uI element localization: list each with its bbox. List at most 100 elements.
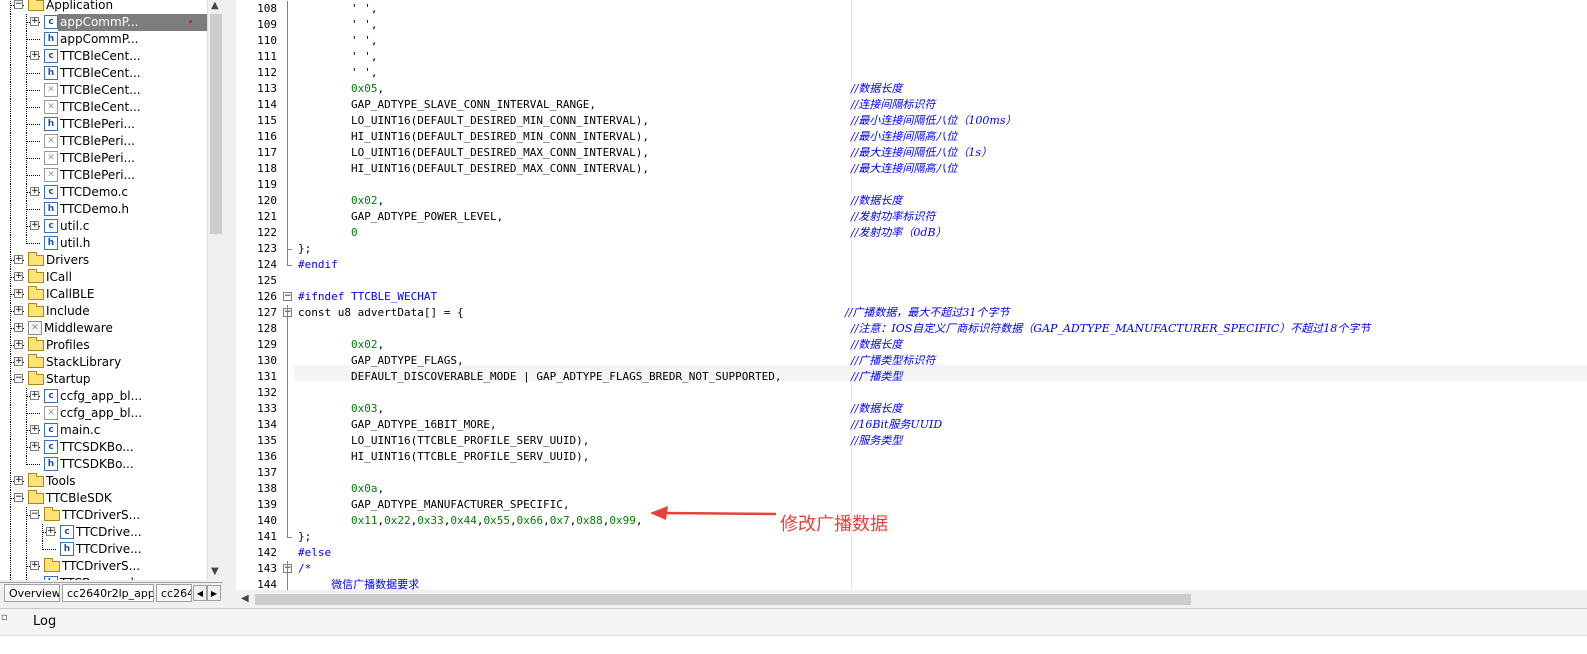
tree-item[interactable]: hTTCBeacon.h — [0, 575, 207, 580]
collapse-icon[interactable]: − — [14, 374, 23, 383]
code-line[interactable]: #else — [298, 545, 331, 561]
expand-icon[interactable]: + — [14, 357, 23, 366]
tree-item[interactable]: ✕ TTCBlePeri... — [0, 133, 207, 150]
expand-icon[interactable]: + — [30, 187, 39, 196]
collapse-icon[interactable]: − — [14, 493, 23, 502]
tree-item[interactable]: − Startup — [0, 371, 207, 388]
tree-item[interactable]: + Tools — [0, 473, 207, 490]
expand-icon[interactable]: + — [14, 476, 23, 485]
scroll-down-icon[interactable]: ▼ — [211, 566, 219, 577]
tree-item[interactable]: + ICallBLE — [0, 286, 207, 303]
tree-item[interactable]: ✕ TTCBleCent... — [0, 82, 207, 99]
code-line[interactable]: LO_UINT16(DEFAULT_DESIRED_MIN_CONN_INTER… — [298, 113, 649, 129]
tree-vertical-scrollbar[interactable]: ▲ ▼ — [207, 0, 224, 580]
expand-icon[interactable]: + — [30, 51, 39, 60]
tree-item[interactable]: + c TTCBleCent... — [0, 48, 207, 65]
tree-item[interactable]: h util.h — [0, 235, 207, 252]
code-line[interactable]: 0x03, — [298, 401, 384, 417]
tree-item[interactable]: h TTCBleCent... — [0, 65, 207, 82]
code-line[interactable]: GAP_ADTYPE_POWER_LEVEL, — [298, 209, 503, 225]
code-line[interactable]: 0x11,0x22,0x33,0x44,0x55,0x66,0x7,0x88,0… — [298, 513, 643, 529]
code-line[interactable]: GAP_ADTYPE_SLAVE_CONN_INTERVAL_RANGE, — [298, 97, 596, 113]
editor-horizontal-scrollbar[interactable]: ◀ — [236, 591, 1587, 608]
expand-icon[interactable]: + — [30, 561, 39, 570]
tree-item[interactable]: + TTCDriverS... — [0, 558, 207, 575]
expand-icon[interactable]: + — [30, 425, 39, 434]
pin-icon[interactable]: ▫ — [1, 612, 8, 623]
tree-item[interactable]: + c TTCDemo.c — [0, 184, 207, 201]
tree-item[interactable]: h TTCDrive... — [0, 541, 207, 558]
tree-item[interactable]: + c appCommP... — [0, 14, 207, 31]
expand-icon[interactable]: + — [14, 306, 23, 315]
tree-item[interactable]: + c TTCDrive... — [0, 524, 207, 541]
tree-scroll-thumb[interactable] — [210, 14, 222, 234]
workspace-tab[interactable]: cc2640r2lp_app — [62, 584, 154, 602]
tree-item[interactable]: − TTCDriverS... — [0, 507, 207, 524]
code-line[interactable]: LO_UINT16(TTCBLE_PROFILE_SERV_UUID), — [298, 433, 589, 449]
tree-item[interactable]: + ✕ Middleware — [0, 320, 207, 337]
expand-icon[interactable]: + — [30, 391, 39, 400]
code-line[interactable]: 微信广播数据要求 — [298, 577, 419, 590]
tree-item[interactable]: + StackLibrary — [0, 354, 207, 371]
expand-icon[interactable]: + — [30, 17, 39, 26]
code-line[interactable]: ' ', — [298, 49, 378, 65]
code-line[interactable]: ' ', — [298, 17, 378, 33]
collapse-icon[interactable]: − — [14, 0, 23, 9]
expand-icon[interactable]: + — [14, 272, 23, 281]
tree-item[interactable]: + c util.c — [0, 218, 207, 235]
scroll-up-icon[interactable]: ▲ — [211, 0, 219, 11]
scroll-left-icon[interactable]: ◀ — [241, 593, 249, 604]
tree-item[interactable]: h TTCBlePeri... — [0, 116, 207, 133]
code-line[interactable]: HI_UINT16(DEFAULT_DESIRED_MAX_CONN_INTER… — [298, 161, 649, 177]
code-line[interactable]: 0x05, — [298, 81, 384, 97]
tree-item[interactable]: ✕ ccfg_app_bl... — [0, 405, 207, 422]
code-line[interactable]: #endif — [298, 257, 338, 273]
tree-item[interactable]: + Profiles — [0, 337, 207, 354]
tree-item[interactable]: h TTCSDKBo... — [0, 456, 207, 473]
tree-item[interactable]: h TTCDemo.h — [0, 201, 207, 218]
expand-icon[interactable]: + — [30, 442, 39, 451]
code-line[interactable]: ' ', — [298, 65, 378, 81]
tab-scroll-left-icon[interactable]: ◀ — [193, 585, 207, 601]
fold-margin[interactable]: − − − — [280, 0, 294, 590]
code-line[interactable]: const u8 advertData[] = { — [298, 305, 464, 321]
tree-item[interactable]: ✕ TTCBlePeri... — [0, 167, 207, 184]
code-line[interactable]: GAP_ADTYPE_16BIT_MORE, — [298, 417, 497, 433]
tree-item[interactable]: + c main.c — [0, 422, 207, 439]
expand-icon[interactable]: + — [30, 221, 39, 230]
tree-item[interactable]: − Application — [0, 0, 207, 14]
expand-icon[interactable]: + — [14, 289, 23, 298]
tree-item[interactable]: h appCommP... — [0, 31, 207, 48]
code-line[interactable]: DEFAULT_DISCOVERABLE_MODE | GAP_ADTYPE_F… — [298, 369, 781, 385]
pane-splitter[interactable] — [223, 0, 236, 608]
expand-icon[interactable]: + — [14, 340, 23, 349]
code-line[interactable]: 0 — [298, 225, 358, 241]
code-editor[interactable]: 108 109 110 111 112 113 114 115 116 117 118 119 120 1… — [236, 0, 1587, 590]
code-line[interactable]: }; — [298, 241, 311, 257]
expand-icon[interactable]: + — [46, 527, 55, 536]
fold-collapse-icon[interactable]: − — [283, 292, 292, 301]
code-line[interactable]: 0x0a, — [298, 481, 384, 497]
tree-item[interactable]: + Include — [0, 303, 207, 320]
tree-item[interactable]: + c TTCSDKBo... — [0, 439, 207, 456]
code-line[interactable]: 0x02, — [298, 193, 384, 209]
tree-item[interactable]: + ICall — [0, 269, 207, 286]
tab-scroll-right-icon[interactable]: ▶ — [207, 585, 221, 601]
code-line[interactable]: 0x02, — [298, 337, 384, 353]
tree-item[interactable]: ✕ TTCBleCent... — [0, 99, 207, 116]
expand-icon[interactable]: + — [14, 323, 23, 332]
code-line[interactable]: LO_UINT16(DEFAULT_DESIRED_MAX_CONN_INTER… — [298, 145, 649, 161]
code-line[interactable]: GAP_ADTYPE_MANUFACTURER_SPECIFIC, — [298, 497, 570, 513]
code-line[interactable]: /* — [298, 561, 311, 577]
tree-item[interactable]: + Drivers — [0, 252, 207, 269]
code-line[interactable]: ' ', — [298, 1, 378, 17]
code-line[interactable]: HI_UINT16(TTCBLE_PROFILE_SERV_UUID), — [298, 449, 589, 465]
code-line[interactable]: HI_UINT16(DEFAULT_DESIRED_MIN_CONN_INTER… — [298, 129, 649, 145]
editor-scroll-thumb[interactable] — [255, 594, 1191, 605]
collapse-icon[interactable]: − — [30, 510, 39, 519]
workspace-tab[interactable]: cc264 — [156, 584, 192, 602]
expand-icon[interactable]: + — [14, 255, 23, 264]
tree-item[interactable]: ✕ TTCBlePeri... — [0, 150, 207, 167]
code-line[interactable]: ' ', — [298, 33, 378, 49]
workspace-tree[interactable]: − Application + c appCommP... h appCommP... + c T… — [0, 0, 207, 580]
